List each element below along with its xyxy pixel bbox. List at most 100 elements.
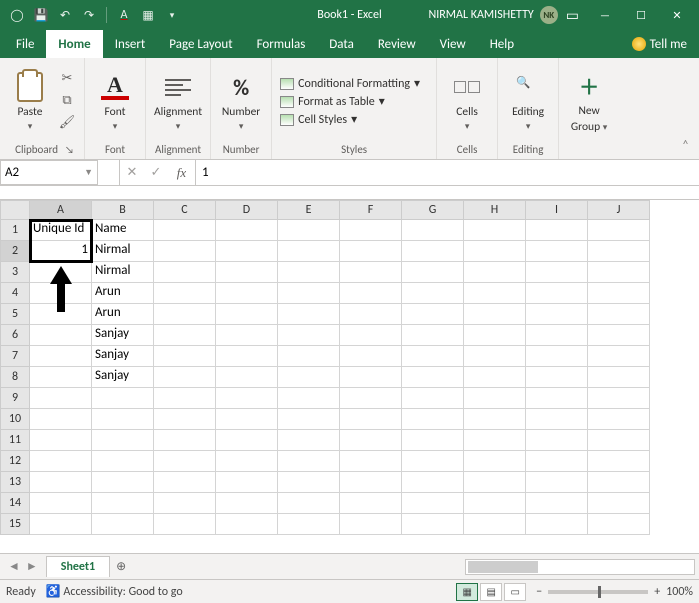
view-normal-button[interactable]: ▦: [456, 583, 478, 601]
collapse-ribbon-icon[interactable]: ˄: [682, 138, 689, 153]
horizontal-scrollbar[interactable]: [465, 559, 695, 575]
row-header[interactable]: 15: [0, 514, 30, 535]
format-painter-icon[interactable]: 🖌: [58, 115, 76, 133]
paste-button[interactable]: Paste ▾: [8, 71, 52, 132]
sheet-tab-active[interactable]: Sheet1: [46, 556, 110, 577]
column-header[interactable]: H: [464, 200, 526, 220]
cell[interactable]: [340, 451, 402, 472]
cell[interactable]: [402, 241, 464, 262]
cell[interactable]: [402, 346, 464, 367]
cell[interactable]: [588, 409, 650, 430]
cell[interactable]: [340, 220, 402, 241]
save-icon[interactable]: 💾: [30, 8, 52, 23]
column-header[interactable]: F: [340, 200, 402, 220]
cell[interactable]: [402, 493, 464, 514]
minimize-button[interactable]: —: [587, 0, 623, 30]
cell[interactable]: [526, 388, 588, 409]
cell[interactable]: [30, 514, 92, 535]
cell[interactable]: [402, 262, 464, 283]
cell[interactable]: [216, 283, 278, 304]
fx-icon[interactable]: fx: [168, 160, 196, 185]
cell[interactable]: [588, 388, 650, 409]
zoom-out-button[interactable]: −: [536, 585, 542, 599]
cell[interactable]: [340, 262, 402, 283]
tab-insert[interactable]: Insert: [103, 30, 158, 58]
cell[interactable]: Arun: [92, 283, 154, 304]
cell[interactable]: [278, 241, 340, 262]
dialog-launcher-icon[interactable]: ↘: [65, 143, 74, 156]
close-button[interactable]: ✕: [659, 0, 695, 30]
cell[interactable]: [402, 388, 464, 409]
cell[interactable]: [216, 367, 278, 388]
cell[interactable]: [216, 388, 278, 409]
cell[interactable]: [154, 283, 216, 304]
cell[interactable]: Sanjay: [92, 346, 154, 367]
cell[interactable]: [402, 220, 464, 241]
cell[interactable]: [216, 220, 278, 241]
cell[interactable]: [588, 346, 650, 367]
tab-page-layout[interactable]: Page Layout: [157, 30, 244, 58]
cell[interactable]: Nirmal: [92, 262, 154, 283]
cell[interactable]: [588, 262, 650, 283]
cell[interactable]: [526, 430, 588, 451]
tab-file[interactable]: File: [4, 30, 46, 58]
cell[interactable]: [92, 388, 154, 409]
cell[interactable]: [340, 241, 402, 262]
column-header[interactable]: J: [588, 200, 650, 220]
cell[interactable]: [464, 325, 526, 346]
row-header[interactable]: 10: [0, 409, 30, 430]
cell[interactable]: [340, 514, 402, 535]
row-header[interactable]: 11: [0, 430, 30, 451]
cell[interactable]: [216, 451, 278, 472]
cell[interactable]: [278, 409, 340, 430]
cell[interactable]: [216, 346, 278, 367]
column-header[interactable]: A: [30, 200, 92, 220]
cell[interactable]: [588, 304, 650, 325]
cell[interactable]: [30, 367, 92, 388]
copy-icon[interactable]: ⧉: [58, 93, 76, 111]
cell[interactable]: [278, 262, 340, 283]
cell[interactable]: [216, 262, 278, 283]
cell[interactable]: [526, 262, 588, 283]
cell[interactable]: [30, 346, 92, 367]
column-header[interactable]: G: [402, 200, 464, 220]
cell[interactable]: [278, 472, 340, 493]
cell[interactable]: [216, 409, 278, 430]
cell[interactable]: [464, 451, 526, 472]
cell[interactable]: [340, 409, 402, 430]
cell[interactable]: [340, 388, 402, 409]
new-group-button[interactable]: ＋ New Group ▾: [567, 70, 611, 134]
cell[interactable]: [216, 514, 278, 535]
cell[interactable]: [340, 493, 402, 514]
cell[interactable]: [278, 451, 340, 472]
row-header[interactable]: 8: [0, 367, 30, 388]
cell[interactable]: [526, 514, 588, 535]
font-button[interactable]: A Font ▾: [93, 71, 137, 132]
cell[interactable]: [30, 262, 92, 283]
row-header[interactable]: 4: [0, 283, 30, 304]
cell[interactable]: [154, 430, 216, 451]
cell[interactable]: [526, 304, 588, 325]
row-header[interactable]: 13: [0, 472, 30, 493]
cell[interactable]: [402, 283, 464, 304]
cell[interactable]: [278, 325, 340, 346]
undo-icon[interactable]: ↶: [54, 8, 76, 23]
cell[interactable]: [464, 241, 526, 262]
row-header[interactable]: 7: [0, 346, 30, 367]
view-page-layout-button[interactable]: ▤: [480, 583, 502, 601]
tab-help[interactable]: Help: [478, 30, 526, 58]
redo-icon[interactable]: ↷: [78, 8, 100, 23]
cell[interactable]: [154, 346, 216, 367]
cell[interactable]: [92, 472, 154, 493]
cell[interactable]: [30, 304, 92, 325]
cell[interactable]: [402, 514, 464, 535]
column-header[interactable]: I: [526, 200, 588, 220]
cell[interactable]: Sanjay: [92, 367, 154, 388]
accessibility-status[interactable]: ♿ Accessibility: Good to go: [46, 584, 183, 599]
cell[interactable]: [588, 367, 650, 388]
editing-button[interactable]: 🔍 Editing ▾: [506, 71, 550, 132]
tab-home[interactable]: Home: [46, 30, 102, 58]
cell[interactable]: [92, 493, 154, 514]
row-header[interactable]: 6: [0, 325, 30, 346]
cell[interactable]: [340, 472, 402, 493]
